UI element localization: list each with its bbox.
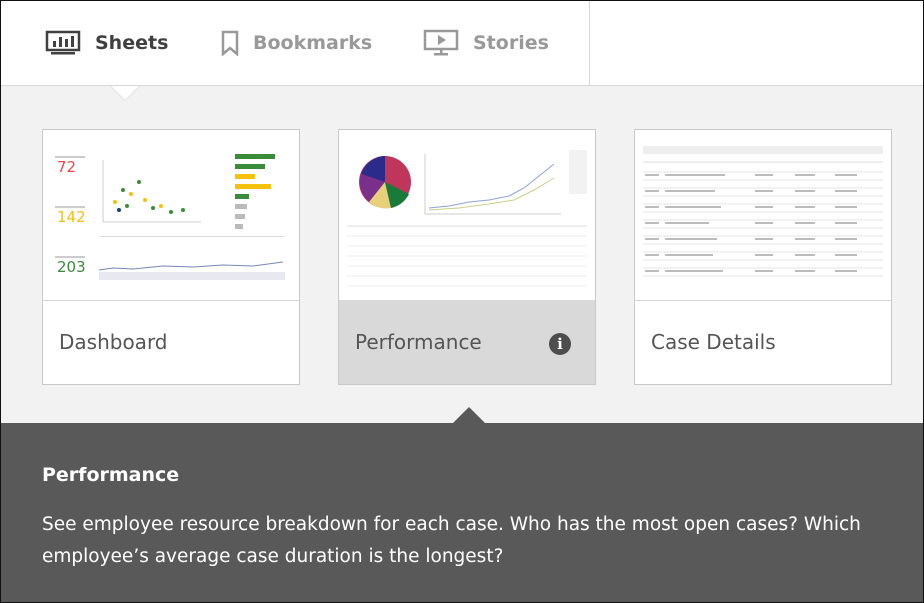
- sheet-title-case-details: Case Details: [651, 330, 776, 354]
- kpi-value-2: 142: [57, 208, 86, 226]
- description-title: Performance: [42, 464, 180, 486]
- sheet-card-performance[interactable]: Performance i: [338, 129, 596, 385]
- active-tab-pointer: [111, 86, 139, 100]
- tab-bar: Sheets Bookmarks Stories: [1, 1, 590, 85]
- sheet-thumbnail-case-details: [635, 130, 891, 301]
- tab-bookmarks-label: Bookmarks: [253, 32, 373, 54]
- sheets-icon: [45, 30, 81, 55]
- app-frame: Sheets Bookmarks Stories 72 142 203 Dash…: [0, 0, 924, 603]
- sheet-card-case-details[interactable]: Case Details: [634, 129, 892, 385]
- sheet-card-dashboard[interactable]: 72 142 203 Dashboard: [42, 129, 300, 385]
- sheet-title-performance: Performance: [355, 330, 482, 354]
- sheet-title-dashboard: Dashboard: [59, 330, 168, 354]
- tab-sheets-label: Sheets: [95, 32, 169, 54]
- description-text: See employee resource breakdown for each…: [42, 509, 922, 573]
- description-pointer: [453, 407, 485, 423]
- kpi-value-1: 72: [57, 158, 76, 176]
- tab-sheets[interactable]: Sheets: [45, 1, 168, 85]
- stories-icon: [423, 29, 459, 56]
- info-icon[interactable]: i: [549, 333, 571, 355]
- description-line-1: See employee resource breakdown for each…: [42, 514, 861, 535]
- description-line-2: employee’s average case duration is the …: [42, 546, 504, 567]
- tab-bar-empty: [590, 1, 923, 85]
- sheet-thumbnail-dashboard: 72 142 203: [43, 130, 299, 301]
- tab-stories[interactable]: Stories: [423, 1, 549, 85]
- tab-stories-label: Stories: [473, 32, 549, 54]
- bookmark-icon: [221, 30, 239, 56]
- sheet-thumbnail-performance: [339, 130, 595, 301]
- kpi-value-3: 203: [57, 258, 86, 276]
- tab-bookmarks[interactable]: Bookmarks: [221, 1, 372, 85]
